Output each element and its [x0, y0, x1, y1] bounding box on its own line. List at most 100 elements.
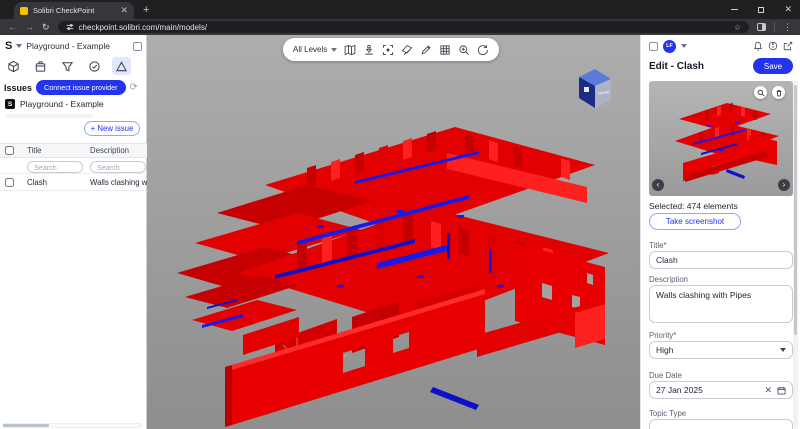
panel-heading: Edit - Clash — [649, 61, 704, 72]
info-icon[interactable] — [768, 41, 778, 51]
grid-icon[interactable] — [439, 43, 451, 57]
checking-icon[interactable] — [85, 57, 104, 75]
snapshot-zoom-icon[interactable] — [754, 86, 767, 99]
toolbar-divider — [774, 22, 775, 32]
side-panel-icon[interactable] — [757, 23, 766, 31]
levels-label: All Levels — [293, 45, 327, 54]
issues-label: Issues — [4, 83, 32, 93]
new-issue-button[interactable]: + New issue — [84, 121, 140, 136]
select-all-checkbox[interactable] — [5, 146, 14, 155]
bookmark-star-icon[interactable]: ☆ — [734, 23, 741, 32]
bell-icon[interactable] — [753, 41, 763, 51]
open-external-icon[interactable] — [783, 41, 793, 51]
description-input[interactable]: Walls clashing with Pipes — [649, 285, 793, 323]
panel-toggle-icon[interactable] — [649, 42, 658, 51]
url-text[interactable]: checkpoint.solibri.com/main/models/ — [79, 23, 729, 32]
bim-model[interactable] — [147, 35, 640, 429]
row-description[interactable]: Walls clashing with Pipes — [86, 178, 147, 187]
window-minimize-icon[interactable] — [731, 9, 738, 10]
browser-address-bar: ← → ↻ checkpoint.solibri.com/main/models… — [0, 19, 800, 35]
scrollbar-thumb[interactable] — [3, 424, 49, 427]
row-title[interactable]: Clash — [19, 178, 86, 187]
refresh-icon[interactable]: ⟳ — [130, 83, 138, 93]
left-sidebar: S Playground - Example Issues Connect is… — [0, 35, 147, 429]
new-tab-button[interactable]: + — [143, 4, 149, 16]
selected-elements-text: Selected: 474 elements — [649, 201, 738, 211]
vertical-scrollbar[interactable] — [793, 81, 798, 429]
browser-menu-icon[interactable]: ⋮ — [783, 22, 792, 33]
chevron-down-icon[interactable] — [16, 44, 22, 48]
browser-tab[interactable]: Solibri CheckPoint ✕ — [14, 2, 134, 19]
sidebar-header: S Playground - Example — [0, 38, 147, 54]
issue-snapshot[interactable]: ‹ › — [649, 81, 793, 196]
app-window: Solibri CheckPoint ✕ + ✕ ← → ↻ checkpoin… — [0, 0, 800, 429]
map-icon[interactable] — [344, 43, 356, 57]
due-date-label: Due Date — [649, 371, 682, 380]
browser-tab-strip: Solibri CheckPoint ✕ + ✕ — [0, 0, 800, 19]
reset-view-icon[interactable] — [477, 43, 489, 57]
priority-value: High — [656, 345, 673, 355]
pencil-icon[interactable] — [420, 43, 432, 57]
forward-icon[interactable]: → — [25, 22, 34, 32]
chevron-down-icon[interactable] — [681, 44, 687, 48]
table-row[interactable]: Clash Walls clashing with Pipes — [0, 174, 147, 191]
window-controls: ✕ — [731, 0, 792, 19]
priority-label: Priority* — [649, 331, 676, 340]
right-panel: LF Edit - Clash Save — [640, 35, 800, 429]
model-tree-icon[interactable] — [4, 57, 23, 75]
priority-select[interactable]: High — [649, 341, 793, 359]
sidebar-toolbar — [4, 57, 131, 75]
reload-icon[interactable]: ↻ — [42, 22, 50, 32]
section-plane-icon[interactable] — [401, 43, 413, 57]
due-date-input[interactable]: 27 Jan 2025 ✕ — [649, 381, 793, 399]
chevron-down-icon — [331, 48, 337, 52]
row-checkbox[interactable] — [5, 178, 14, 187]
panel-toggle-icon[interactable] — [133, 42, 142, 51]
save-button[interactable]: Save — [753, 58, 793, 74]
filter-icon[interactable] — [58, 57, 77, 75]
model-viewer[interactable]: All Levels FRONT — [147, 35, 640, 429]
focus-icon[interactable] — [382, 43, 394, 57]
snapshot-prev-icon[interactable]: ‹ — [652, 179, 664, 191]
tab-close-icon[interactable]: ✕ — [120, 6, 128, 15]
edit-title-row: Edit - Clash Save — [649, 58, 793, 74]
chevron-down-icon — [780, 348, 786, 352]
horizontal-scrollbar[interactable] — [2, 423, 142, 428]
snapshot-model — [649, 81, 793, 196]
snapshot-delete-icon[interactable] — [772, 86, 785, 99]
column-title[interactable]: Title — [19, 146, 86, 155]
column-description[interactable]: Description — [86, 146, 147, 155]
title-search-input[interactable] — [27, 161, 83, 173]
site-settings-icon[interactable] — [66, 23, 74, 31]
solibri-logo[interactable]: S — [5, 40, 12, 52]
components-icon[interactable] — [31, 57, 50, 75]
due-date-value: 27 Jan 2025 — [656, 385, 703, 395]
issues-icon[interactable] — [112, 57, 131, 75]
navigation-cube[interactable]: FRONT — [577, 67, 613, 109]
window-maximize-icon[interactable] — [758, 7, 764, 13]
omnibox[interactable]: checkpoint.solibri.com/main/models/ ☆ — [58, 21, 749, 33]
avatar[interactable]: LF — [663, 40, 676, 53]
snapshot-next-icon[interactable]: › — [778, 179, 790, 191]
window-close-icon[interactable]: ✕ — [784, 5, 792, 14]
description-label: Description — [649, 275, 688, 284]
title-label: Title* — [649, 241, 666, 250]
issue-group[interactable]: S Playground - Example — [5, 99, 104, 109]
description-search-input[interactable] — [90, 161, 146, 173]
panel-header: LF — [641, 38, 800, 54]
connect-issue-provider-button[interactable]: Connect issue provider — [36, 80, 126, 95]
issue-group-title: Playground - Example — [20, 99, 104, 109]
calendar-icon[interactable] — [777, 386, 786, 395]
title-input[interactable] — [649, 251, 793, 269]
take-screenshot-button[interactable]: Take screenshot — [649, 213, 741, 230]
table-search-row — [0, 158, 147, 174]
issues-table: Title Description Clash Walls clashing w… — [0, 143, 147, 191]
viewer-toolbar: All Levels — [283, 38, 499, 61]
zoom-in-icon[interactable] — [458, 43, 470, 57]
levels-dropdown[interactable]: All Levels — [293, 45, 337, 54]
clear-date-icon[interactable]: ✕ — [764, 386, 772, 395]
markup-tool-icon[interactable] — [363, 43, 375, 57]
back-icon[interactable]: ← — [8, 22, 17, 32]
topic-type-select[interactable] — [649, 419, 793, 429]
scrollbar-thumb[interactable] — [794, 85, 797, 335]
